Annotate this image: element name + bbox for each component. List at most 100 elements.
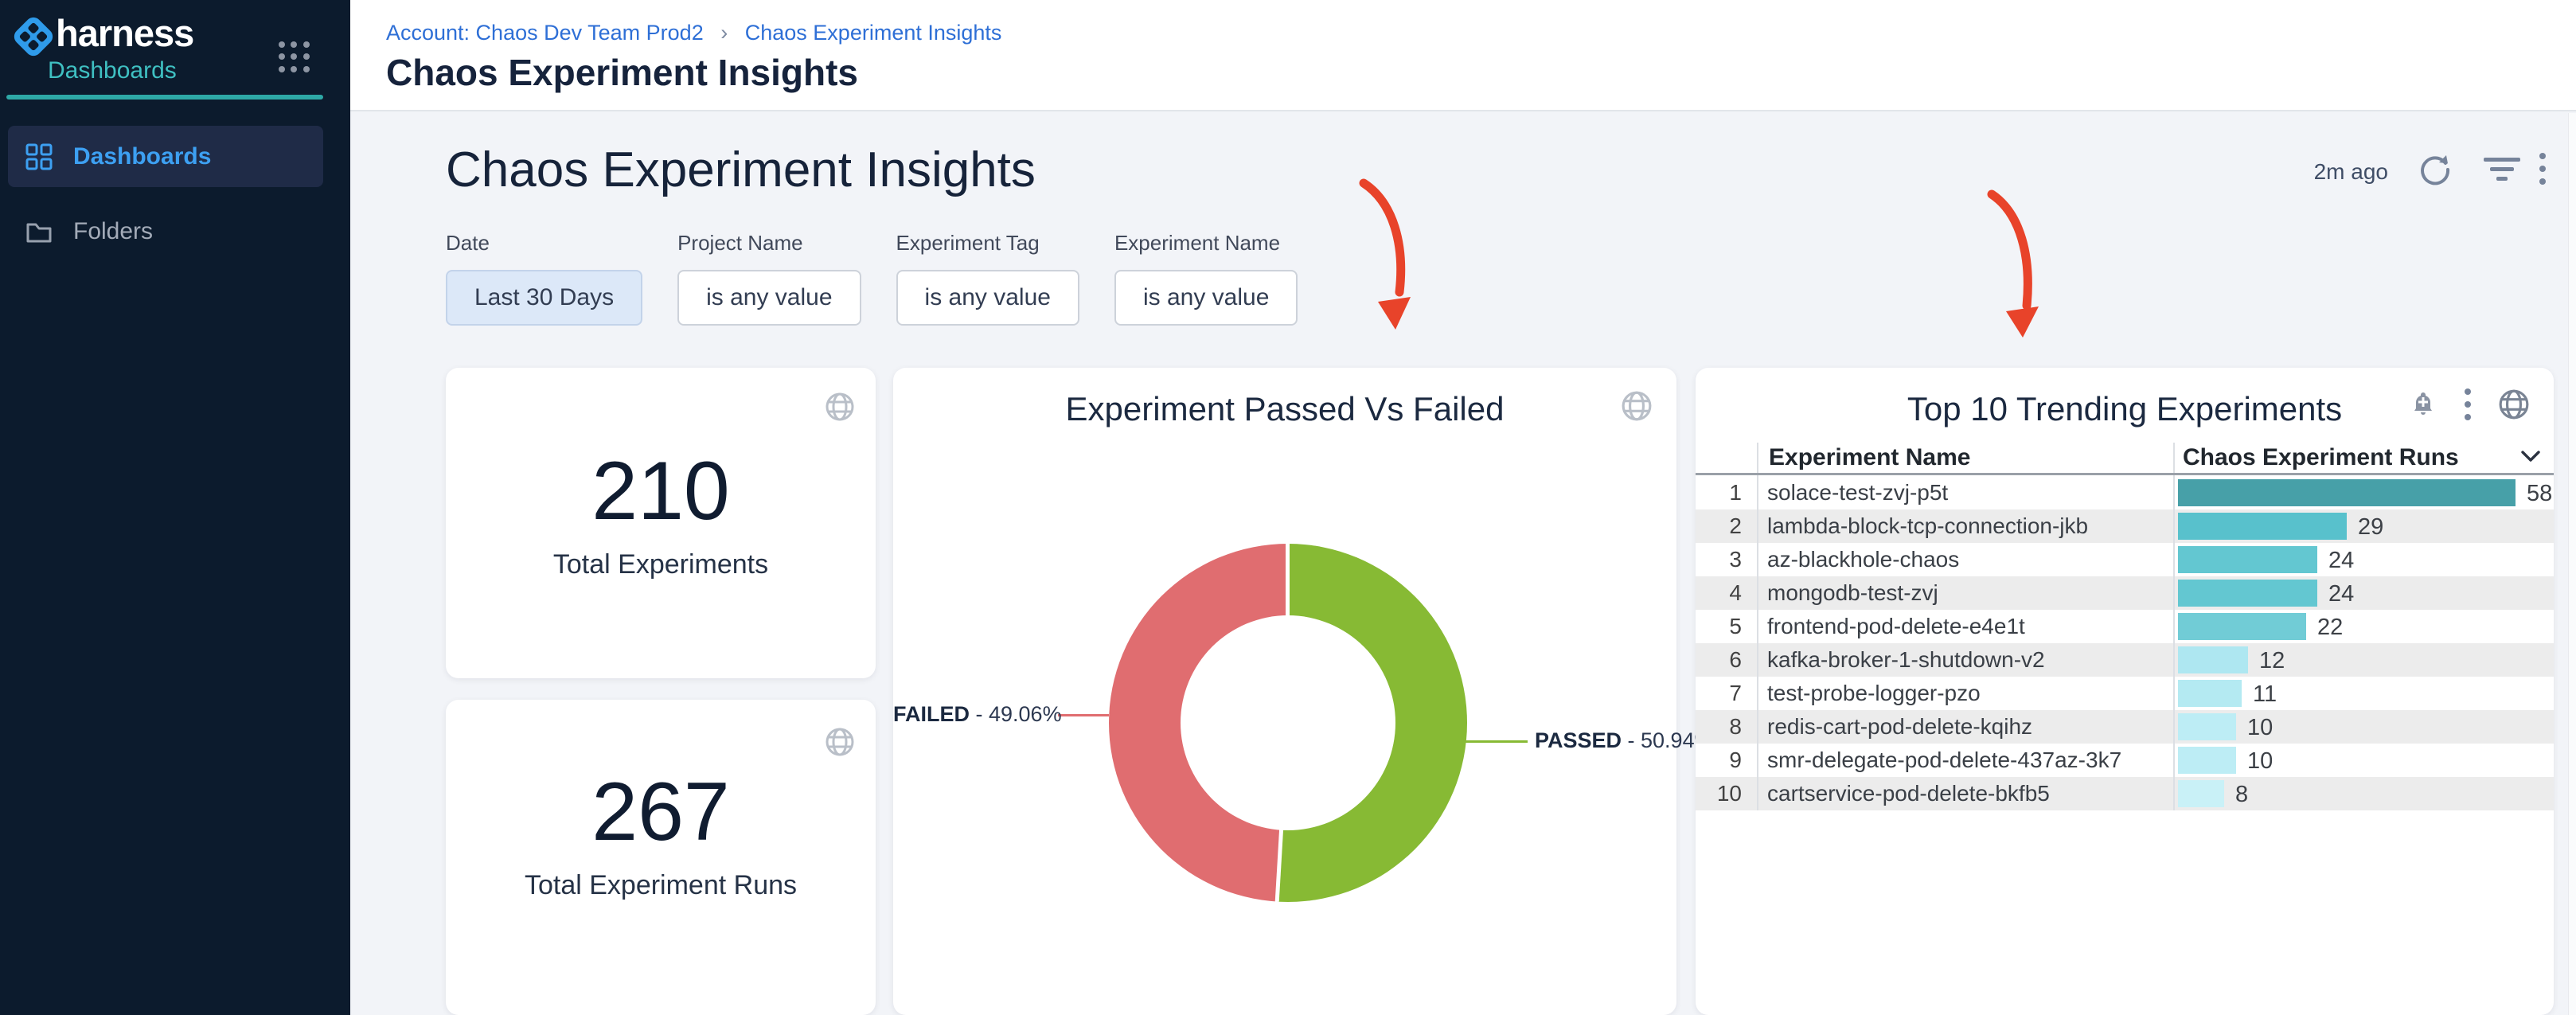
column-divider — [1757, 443, 1758, 810]
experiment-name-cell[interactable]: lambda-block-tcp-connection-jkb — [1767, 509, 2088, 543]
runs-bar[interactable] — [2178, 713, 2236, 740]
dashboard-content: Chaos Experiment Insights 2m ago DateLas… — [350, 113, 2576, 1015]
runs-bar[interactable] — [2178, 780, 2224, 807]
breadcrumb-current-link[interactable]: Chaos Experiment Insights — [745, 21, 1002, 45]
filters-row: DateLast 30 Days Project Name is any value… — [446, 231, 1298, 326]
filter-value-button[interactable]: is any value — [896, 270, 1079, 326]
runs-bar[interactable] — [2178, 646, 2248, 673]
sidebar-item-folders[interactable]: Folders — [8, 201, 323, 262]
sort-chevron-down-icon[interactable] — [2520, 449, 2541, 463]
runs-bar[interactable] — [2178, 613, 2306, 640]
passed-vs-failed-card: Experiment Passed Vs Failed FAILED - 49.… — [893, 368, 1676, 1015]
row-rank: 9 — [1696, 744, 1742, 777]
scrollbar-track[interactable] — [2568, 113, 2576, 1015]
donut-hole — [1181, 615, 1395, 830]
sidebar-item-dashboards[interactable]: Dashboards — [8, 126, 323, 187]
filter-value-button[interactable]: is any value — [1114, 270, 1298, 326]
passed-slice-label: PASSED - 50.94% — [1535, 728, 1714, 753]
filter-value-button[interactable]: Last 30 Days — [446, 270, 642, 326]
refresh-icon[interactable] — [2418, 153, 2452, 186]
runs-bar[interactable] — [2178, 747, 2236, 774]
row-rank: 6 — [1696, 643, 1742, 677]
column-divider — [2173, 443, 2175, 810]
filter-icon[interactable] — [2484, 156, 2520, 183]
table-row[interactable]: 4 mongodb-test-zvj 24 — [1696, 576, 2554, 610]
row-rank: 4 — [1696, 576, 1742, 610]
breadcrumb-account-link[interactable]: Account: Chaos Dev Team Prod2 — [386, 21, 704, 45]
filter-group-experiment-name: Experiment Name is any value — [1114, 231, 1298, 326]
experiment-name-cell[interactable]: cartservice-pod-delete-bkfb5 — [1767, 777, 2050, 810]
runs-bar[interactable] — [2178, 546, 2317, 573]
experiment-name-cell[interactable]: kafka-broker-1-shutdown-v2 — [1767, 643, 2045, 677]
module-name: Dashboards — [48, 57, 177, 84]
total-experiments-label: Total Experiments — [446, 549, 876, 580]
filter-value-button[interactable]: is any value — [677, 270, 861, 326]
filter-label: Project Name — [677, 231, 861, 256]
annotation-arrow-right — [1966, 180, 2062, 355]
module-underline — [6, 95, 323, 100]
experiment-name-cell[interactable]: solace-test-zvj-p5t — [1767, 476, 1948, 509]
sidebar-item-label: Folders — [73, 218, 153, 245]
filter-group-experiment-tag: Experiment Tag is any value — [896, 231, 1079, 326]
filter-label: Experiment Tag — [896, 231, 1079, 256]
total-experiment-runs-label: Total Experiment Runs — [446, 870, 876, 901]
experiment-name-cell[interactable]: redis-cart-pod-delete-kqihz — [1767, 710, 2032, 744]
add-alert-bell-icon[interactable] — [2409, 390, 2437, 419]
table-row[interactable]: 6 kafka-broker-1-shutdown-v2 12 — [1696, 643, 2554, 677]
table-row[interactable]: 9 smr-delegate-pod-delete-437az-3k7 10 — [1696, 744, 2554, 777]
dashboard-kebab-menu-icon[interactable] — [2539, 153, 2546, 185]
runs-bar[interactable] — [2178, 680, 2242, 707]
table-row[interactable]: 3az-blackhole-chaos24 — [1696, 543, 2554, 576]
table-row[interactable]: 5frontend-pod-delete-e4e1t22 — [1696, 610, 2554, 643]
filter-label: Experiment Name — [1114, 231, 1298, 256]
filter-group-date: DateLast 30 Days — [446, 231, 642, 326]
globe-icon[interactable] — [1621, 390, 1653, 422]
runs-value: 24 — [2328, 581, 2354, 607]
runs-value: 58 — [2527, 481, 2552, 507]
sidebar: harness Dashboards Dashboards Folders — [0, 0, 350, 1015]
experiment-name-cell[interactable]: smr-delegate-pod-delete-437az-3k7 — [1767, 744, 2121, 777]
experiment-name-cell[interactable]: frontend-pod-delete-e4e1t — [1767, 610, 2025, 643]
table-row[interactable]: 10 cartservice-pod-delete-bkfb5 8 — [1696, 777, 2554, 810]
experiment-name-cell[interactable]: mongodb-test-zvj — [1767, 576, 1938, 610]
row-rank: 2 — [1696, 509, 1742, 543]
column-header-chaos-experiment-runs[interactable]: Chaos Experiment Runs — [2183, 444, 2459, 471]
brand-name: harness — [56, 11, 193, 55]
experiment-name-cell[interactable]: test-probe-logger-pzo — [1767, 677, 1981, 710]
annotation-arrow-left — [1337, 169, 1433, 344]
filter-group-project-name: Project Name is any value — [677, 231, 861, 326]
table-row[interactable]: 8 redis-cart-pod-delete-kqihz 10 — [1696, 710, 2554, 744]
tile-kebab-menu-icon[interactable] — [2465, 388, 2471, 420]
runs-value: 10 — [2247, 715, 2273, 741]
globe-icon[interactable] — [825, 392, 855, 422]
row-rank: 7 — [1696, 677, 1742, 710]
chart-title: Experiment Passed Vs Failed — [893, 390, 1676, 428]
breadcrumb-separator: › — [709, 21, 739, 45]
total-experiments-card: 210 Total Experiments — [446, 368, 876, 678]
runs-bar[interactable] — [2178, 513, 2347, 540]
runs-value: 10 — [2247, 748, 2273, 775]
total-experiment-runs-value: 267 — [446, 765, 876, 860]
runs-bar[interactable] — [2178, 580, 2317, 607]
folder-icon — [25, 218, 53, 245]
column-header-experiment-name[interactable]: Experiment Name — [1769, 444, 1970, 471]
row-rank: 10 — [1696, 777, 1742, 810]
row-rank: 5 — [1696, 610, 1742, 643]
table-row[interactable]: 7 test-probe-logger-pzo 11 — [1696, 677, 2554, 710]
runs-value: 8 — [2235, 782, 2248, 808]
dashboards-icon — [25, 143, 53, 170]
globe-icon[interactable] — [825, 727, 855, 757]
harness-logo-icon[interactable] — [11, 14, 57, 60]
table-header-rule — [1696, 473, 2554, 475]
globe-icon[interactable] — [2498, 388, 2530, 420]
runs-value: 11 — [2253, 681, 2277, 708]
module-switcher-grid-icon[interactable] — [279, 41, 310, 73]
table-row[interactable]: 2lambda-block-tcp-connection-jkb29 — [1696, 509, 2554, 543]
sidebar-item-label: Dashboards — [73, 143, 211, 170]
experiment-name-cell[interactable]: az-blackhole-chaos — [1767, 543, 1959, 576]
table-row[interactable]: 1solace-test-zvj-p5t58 — [1696, 476, 2554, 509]
passed-callout-line — [1464, 740, 1528, 743]
row-rank: 8 — [1696, 710, 1742, 744]
runs-bar[interactable] — [2178, 479, 2516, 506]
runs-value: 12 — [2259, 648, 2285, 674]
